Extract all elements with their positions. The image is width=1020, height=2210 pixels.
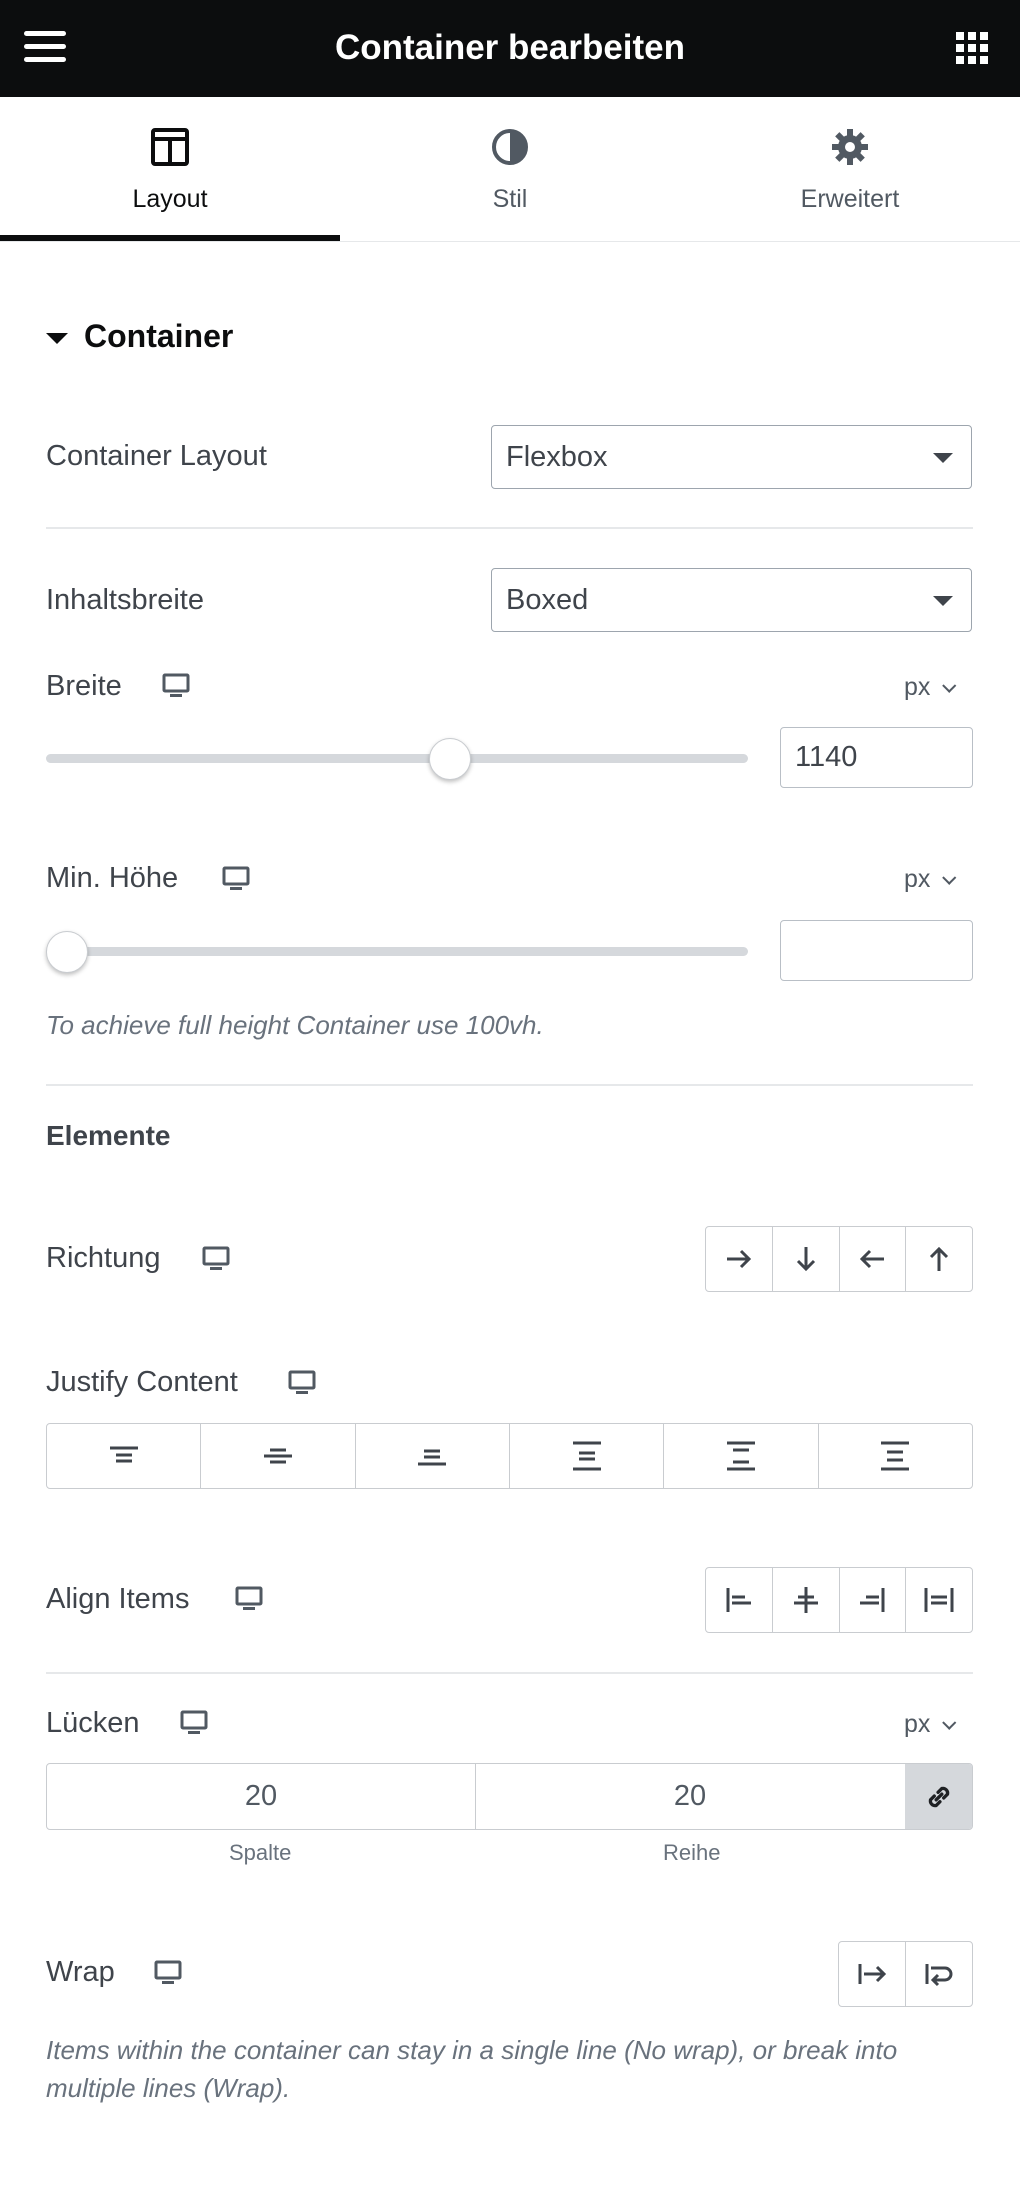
width-input[interactable]: 1140 [780,727,973,788]
tab-style-label: Stil [492,185,528,213]
justify-center-button[interactable] [201,1424,356,1488]
direction-column-button[interactable] [773,1227,840,1291]
content-width-select[interactable]: Boxed [491,568,972,632]
width-unit: px [904,673,931,701]
justify-space-around-button[interactable] [664,1424,819,1488]
no-wrap-icon [858,1964,887,1984]
grid-apps-icon[interactable] [956,32,988,64]
gaps-unit-select[interactable]: px [904,1710,957,1739]
justify-content-label: Justify Content [46,1366,238,1398]
width-slider-thumb[interactable] [428,738,471,780]
chevron-down-icon [942,1715,957,1730]
min-height-label: Min. Höhe [46,862,179,894]
gaps-unit: px [904,1710,931,1738]
wrap-hint: Items within the container can stay in a… [46,2035,898,2103]
direction-label: Richtung [46,1242,161,1274]
gap-row-label: Reihe [663,1840,721,1865]
column-arrow-down-icon [796,1247,815,1272]
wrap-icon [925,1964,953,1987]
row-arrow-right-icon [726,1249,751,1269]
min-height-input[interactable] [780,920,973,981]
content-width-label: Inhaltsbreite [46,584,204,616]
width-slider-track[interactable] [46,754,748,763]
align-start-button[interactable] [706,1568,773,1632]
panel-tabs: Layout Stil Erweitert [0,97,1020,242]
gap-row-input[interactable]: 20 [476,1764,904,1829]
gear-icon [832,129,868,165]
section-title-container[interactable]: Container [84,318,233,355]
direction-column-reverse-button[interactable] [906,1227,972,1291]
width-unit-select[interactable]: px [904,673,957,702]
align-end-icon [860,1588,885,1612]
min-height-unit: px [904,865,931,893]
min-height-hint: To achieve full height Container use 100… [46,1010,544,1040]
desktop-monitor-icon[interactable] [222,866,250,892]
desktop-monitor-icon[interactable] [202,1246,230,1272]
justify-start-icon [109,1446,138,1463]
layout-columns-icon [151,128,189,166]
align-stretch-button[interactable] [906,1568,972,1632]
gaps-label: Lücken [46,1707,140,1739]
no-wrap-button[interactable] [839,1942,906,2006]
contrast-half-circle-icon [492,129,528,165]
tab-layout[interactable]: Layout [0,97,340,241]
desktop-monitor-icon[interactable] [162,673,190,699]
direction-row-button[interactable] [706,1227,773,1291]
justify-space-around-icon [726,1441,755,1471]
min-height-slider-thumb[interactable] [46,931,88,973]
align-center-icon [793,1587,818,1613]
min-height-unit-select[interactable]: px [904,865,957,894]
link-icon [928,1786,950,1807]
align-end-button[interactable] [840,1568,907,1632]
tab-advanced-label: Erweitert [800,185,900,213]
container-layout-label: Container Layout [46,440,267,472]
align-items-label: Align Items [46,1583,190,1615]
align-start-icon [726,1588,751,1612]
divider [46,527,973,529]
justify-end-button[interactable] [356,1424,510,1488]
divider [46,1672,973,1674]
desktop-monitor-icon[interactable] [154,1960,182,1986]
caret-down-icon[interactable] [46,333,68,344]
desktop-monitor-icon[interactable] [180,1710,208,1736]
justify-content-button-group [46,1423,973,1489]
tab-layout-label: Layout [132,185,208,213]
divider [46,1084,973,1086]
elements-heading: Elemente [46,1120,171,1151]
align-stretch-icon [924,1588,954,1612]
align-items-button-group [705,1567,973,1633]
wrap-button[interactable] [906,1942,972,2006]
align-center-button[interactable] [773,1568,840,1632]
container-layout-select[interactable]: Flexbox [491,425,972,489]
wrap-button-group [838,1941,973,2007]
gap-column-label: Spalte [229,1840,292,1865]
justify-space-evenly-button[interactable] [819,1424,972,1488]
tab-style[interactable]: Stil [340,97,680,240]
row-reverse-arrow-left-icon [860,1249,885,1269]
panel-header: Container bearbeiten [0,0,1020,97]
link-values-button[interactable] [905,1764,972,1829]
width-label: Breite [46,670,122,702]
justify-start-button[interactable] [47,1424,202,1488]
justify-space-between-icon [572,1441,601,1471]
tab-advanced[interactable]: Erweitert [680,97,1020,240]
desktop-monitor-icon[interactable] [235,1586,263,1612]
direction-button-group [705,1226,973,1292]
min-height-slider-track[interactable] [46,947,748,956]
desktop-monitor-icon[interactable] [288,1370,316,1396]
column-reverse-arrow-up-icon [930,1246,949,1271]
wrap-label: Wrap [46,1956,115,1988]
chevron-down-icon [942,678,957,693]
justify-space-between-button[interactable] [510,1424,665,1488]
panel-title: Container bearbeiten [334,28,686,67]
justify-space-evenly-icon [881,1441,910,1471]
gaps-input-group: 20 20 [46,1763,973,1830]
direction-row-reverse-button[interactable] [840,1227,907,1291]
chevron-down-icon [942,870,957,885]
justify-center-icon [263,1448,292,1464]
justify-end-icon [418,1449,447,1466]
gap-column-input[interactable]: 20 [47,1764,476,1829]
